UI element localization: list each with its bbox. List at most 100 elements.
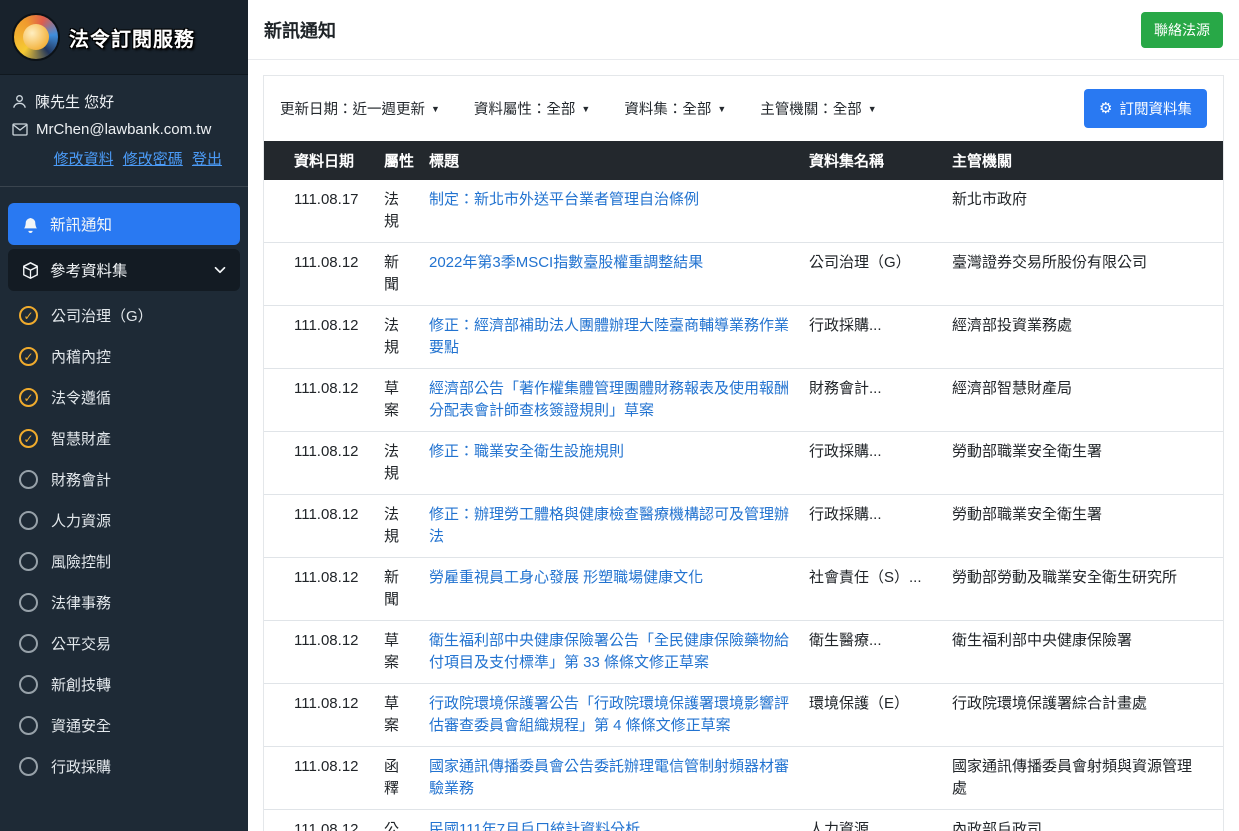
sidebar-item-dataset[interactable]: ✓法令遵循 bbox=[0, 377, 248, 418]
sidebar-menu: 新訊通知 參考資料集 ✓公司治理（G）✓內稽內控✓法令遵循✓智慧財產財務會計人力… bbox=[0, 199, 248, 787]
person-icon bbox=[12, 94, 27, 109]
news-title-link[interactable]: 2022年第3季MSCI指數臺股權重調整結果 bbox=[429, 254, 703, 271]
user-greeting: 陳先生 您好 bbox=[35, 91, 114, 112]
change-password-link[interactable]: 修改密碼 bbox=[123, 151, 183, 168]
sidebar-item-dataset[interactable]: 風險控制 bbox=[0, 541, 248, 582]
check-circle-icon: ✓ bbox=[19, 347, 38, 366]
cell-type: 法規 bbox=[376, 306, 421, 369]
main-content: 新訊通知 聯絡法源 更新日期：近一週更新▼ 資料屬性：全部▼ 資料集：全部▼ 主管機關… bbox=[248, 0, 1239, 831]
check-circle-icon: ✓ bbox=[19, 388, 38, 407]
news-title-link[interactable]: 衛生福利部中央健康保險署公告「全民健康保險藥物給付項目及支付標準」第 33 條條… bbox=[429, 632, 789, 671]
cell-type: 新聞 bbox=[376, 558, 421, 621]
news-title-link[interactable]: 行政院環境保護署公告「行政院環境保護署環境影響評估審查委員會組織規程」第 4 條… bbox=[429, 695, 789, 734]
cell-date: 111.08.12 bbox=[264, 747, 376, 810]
cell-agency: 勞動部職業安全衛生署 bbox=[944, 432, 1223, 495]
dataset-label: 新創技轉 bbox=[51, 674, 111, 695]
cell-date: 111.08.12 bbox=[264, 432, 376, 495]
sidebar-item-dataset[interactable]: 行政採購 bbox=[0, 746, 248, 787]
news-title-link[interactable]: 修正：辦理勞工體格與健康檢查醫療機構認可及管理辦法 bbox=[429, 506, 789, 545]
cell-dataset: 衛生醫療... bbox=[801, 621, 944, 684]
subscribe-datasets-button[interactable]: ⚙ 訂閱資料集 bbox=[1084, 89, 1207, 128]
cell-dataset: 社會責任（S）... bbox=[801, 558, 944, 621]
dataset-label: 風險控制 bbox=[51, 551, 111, 572]
logout-link[interactable]: 登出 bbox=[192, 151, 222, 168]
lawbank-logo-icon bbox=[12, 13, 60, 61]
sidebar-item-dataset[interactable]: 資通安全 bbox=[0, 705, 248, 746]
news-title-link[interactable]: 修正：經濟部補助法人團體辦理大陸臺商輔導業務作業要點 bbox=[429, 317, 789, 356]
contact-lawbank-button[interactable]: 聯絡法源 bbox=[1141, 12, 1223, 48]
caret-down-icon: ▼ bbox=[581, 104, 590, 114]
cell-title: 國家通訊傳播委員會公告委託辦理電信管制射頻器材審驗業務 bbox=[421, 747, 801, 810]
caret-down-icon: ▼ bbox=[431, 104, 440, 114]
circle-icon bbox=[19, 470, 38, 489]
filter-dropdown[interactable]: 資料集：全部▼ bbox=[624, 98, 726, 119]
news-title-link[interactable]: 修正：職業安全衛生設施規則 bbox=[429, 443, 624, 460]
sidebar-item-dataset[interactable]: 人力資源 bbox=[0, 500, 248, 541]
app-logo[interactable]: 法令訂閱服務 bbox=[0, 0, 248, 75]
col-header-type: 屬性 bbox=[376, 141, 421, 180]
circle-icon bbox=[19, 552, 38, 571]
chevron-down-icon bbox=[214, 264, 226, 276]
news-title-link[interactable]: 國家通訊傳播委員會公告委託辦理電信管制射頻器材審驗業務 bbox=[429, 758, 789, 797]
dataset-label: 內稽內控 bbox=[51, 346, 111, 367]
app-title: 法令訂閱服務 bbox=[69, 23, 195, 52]
col-header-dataset: 資料集名稱 bbox=[801, 141, 944, 180]
news-title-link[interactable]: 民國111年7月戶口統計資料分析 bbox=[429, 821, 640, 831]
table-row: 111.08.12法規修正：經濟部補助法人團體辦理大陸臺商輔導業務作業要點行政採… bbox=[264, 306, 1223, 369]
sidebar-item-dataset[interactable]: 財務會計 bbox=[0, 459, 248, 500]
table-row: 111.08.12草案行政院環境保護署公告「行政院環境保護署環境影響評估審查委員… bbox=[264, 684, 1223, 747]
user-email: MrChen@lawbank.com.tw bbox=[36, 121, 211, 138]
cell-dataset bbox=[801, 747, 944, 810]
sidebar: 法令訂閱服務 陳先生 您好 MrChen@lawbank.com.tw 修改資料… bbox=[0, 0, 248, 831]
sidebar-item-dataset[interactable]: ✓ 內稽內控 bbox=[0, 336, 248, 377]
sidebar-item-news[interactable]: 新訊通知 bbox=[8, 203, 240, 245]
filter-dropdown[interactable]: 資料屬性：全部▼ bbox=[474, 98, 590, 119]
table-row: 111.08.12函釋國家通訊傳播委員會公告委託辦理電信管制射頻器材審驗業務國家… bbox=[264, 747, 1223, 810]
cell-dataset: 人力資源 bbox=[801, 810, 944, 831]
account-links: 修改資料 修改密碼 登出 bbox=[12, 147, 236, 169]
sidebar-item-dataset[interactable]: 新創技轉 bbox=[0, 664, 248, 705]
table-row: 111.08.12草案經濟部公告「著作權集體管理團體財務報表及使用報酬分配表會計… bbox=[264, 369, 1223, 432]
circle-icon bbox=[19, 634, 38, 653]
edit-profile-link[interactable]: 修改資料 bbox=[54, 151, 114, 168]
dataset-label: 財務會計 bbox=[51, 469, 111, 490]
cell-date: 111.08.12 bbox=[264, 621, 376, 684]
dataset-label: 法律事務 bbox=[51, 592, 111, 613]
cell-date: 111.08.12 bbox=[264, 369, 376, 432]
cell-date: 111.08.12 bbox=[264, 306, 376, 369]
dataset-label: 智慧財產 bbox=[51, 428, 111, 449]
cell-agency: 行政院環境保護署綜合計畫處 bbox=[944, 684, 1223, 747]
filter-dropdown[interactable]: 主管機關：全部▼ bbox=[760, 98, 876, 119]
subscribe-datasets-label: 訂閱資料集 bbox=[1120, 98, 1193, 119]
filter-label: 資料集： bbox=[624, 102, 682, 118]
caret-down-icon: ▼ bbox=[717, 104, 726, 114]
check-circle-icon: ✓ bbox=[19, 429, 38, 448]
news-title-link[interactable]: 制定：新北市外送平台業者管理自治條例 bbox=[429, 191, 699, 208]
cell-type: 法規 bbox=[376, 495, 421, 558]
cell-title: 2022年第3季MSCI指數臺股權重調整結果 bbox=[421, 243, 801, 306]
dataset-label: 公司治理（G） bbox=[51, 305, 153, 326]
cell-type: 草案 bbox=[376, 684, 421, 747]
table-row: 111.08.12公告民國111年7月戶口統計資料分析人力資源內政部戶政司 bbox=[264, 810, 1223, 831]
news-table-body: 111.08.17法規制定：新北市外送平台業者管理自治條例新北市政府111.08… bbox=[264, 180, 1223, 831]
table-row: 111.08.12新聞勞雇重視員工身心發展 形塑職場健康文化社會責任（S）...… bbox=[264, 558, 1223, 621]
sidebar-item-datasets[interactable]: 參考資料集 bbox=[8, 249, 240, 291]
circle-icon bbox=[19, 675, 38, 694]
sidebar-item-dataset[interactable]: ✓公司治理（G） bbox=[0, 295, 248, 336]
filter-dropdown[interactable]: 更新日期：近一週更新▼ bbox=[280, 98, 440, 119]
cell-title: 修正：經濟部補助法人團體辦理大陸臺商輔導業務作業要點 bbox=[421, 306, 801, 369]
sidebar-item-dataset[interactable]: 法律事務 bbox=[0, 582, 248, 623]
cell-date: 111.08.12 bbox=[264, 495, 376, 558]
user-block: 陳先生 您好 MrChen@lawbank.com.tw 修改資料 修改密碼 登… bbox=[0, 75, 248, 171]
news-title-link[interactable]: 勞雇重視員工身心發展 形塑職場健康文化 bbox=[429, 569, 703, 586]
cell-agency: 內政部戶政司 bbox=[944, 810, 1223, 831]
cell-dataset bbox=[801, 180, 944, 243]
table-row: 111.08.12新聞2022年第3季MSCI指數臺股權重調整結果公司治理（G）… bbox=[264, 243, 1223, 306]
sidebar-item-dataset[interactable]: 公平交易 bbox=[0, 623, 248, 664]
news-title-link[interactable]: 經濟部公告「著作權集體管理團體財務報表及使用報酬分配表會計師查核簽證規則」草案 bbox=[429, 380, 789, 419]
page-title: 新訊通知 bbox=[264, 17, 336, 43]
cell-type: 草案 bbox=[376, 369, 421, 432]
sidebar-item-dataset[interactable]: ✓ 智慧財產 bbox=[0, 418, 248, 459]
cell-dataset: 行政採購... bbox=[801, 432, 944, 495]
cell-title: 衛生福利部中央健康保險署公告「全民健康保險藥物給付項目及支付標準」第 33 條條… bbox=[421, 621, 801, 684]
